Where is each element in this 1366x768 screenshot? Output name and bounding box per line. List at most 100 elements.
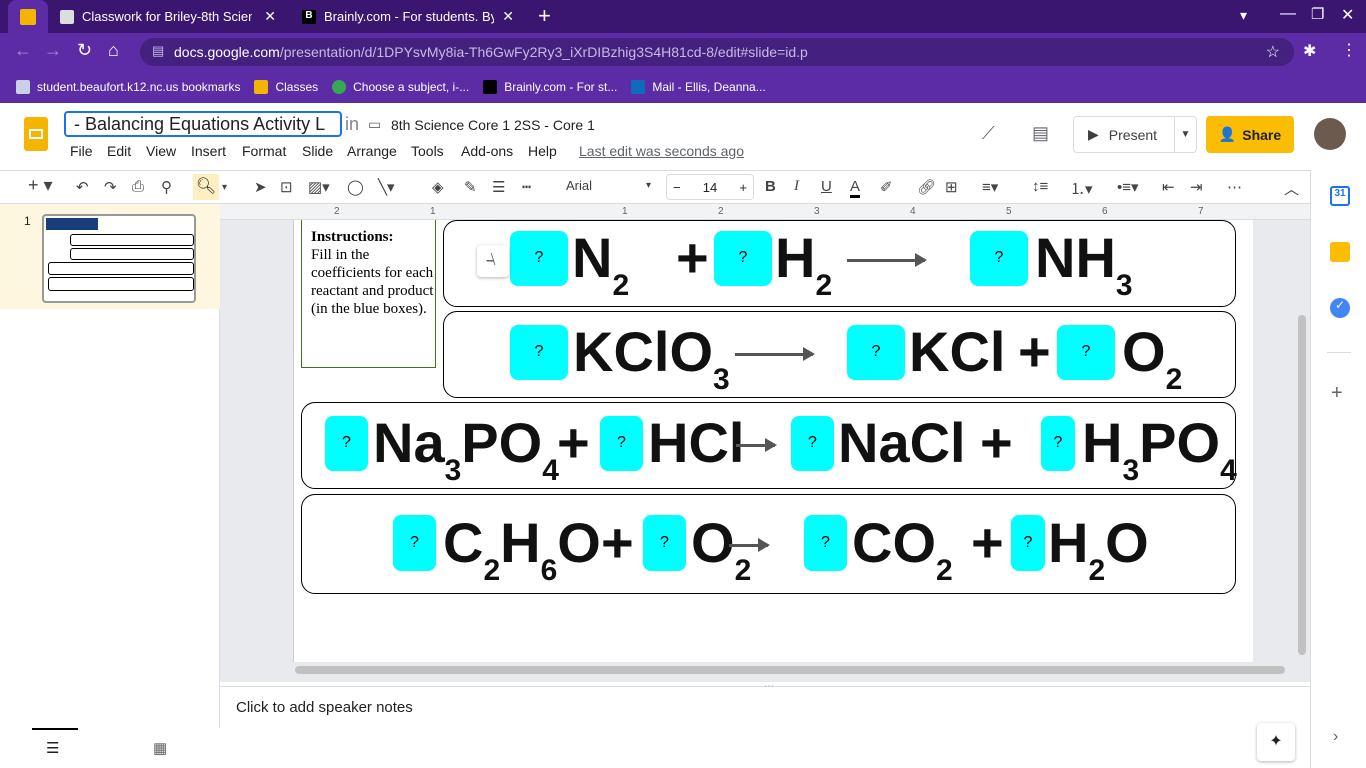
coefficient-placeholder[interactable]: ? xyxy=(660,534,669,552)
minimize-button[interactable]: — xyxy=(1280,5,1296,23)
expand-side-panel-icon[interactable]: › xyxy=(1333,728,1338,746)
present-button[interactable]: ▶ Present ▼ xyxy=(1073,116,1197,153)
horizontal-scrollbar[interactable] xyxy=(295,666,1285,674)
border-dash-icon[interactable]: ┅ xyxy=(522,178,531,196)
chemical-formula[interactable]: HCl xyxy=(648,415,744,471)
coefficient-placeholder[interactable]: ? xyxy=(535,249,544,267)
speaker-notes[interactable]: ⋯ Click to add speaker notes ✦ xyxy=(220,681,1310,768)
tasks-icon[interactable]: ✓ xyxy=(1330,298,1350,318)
shape-icon[interactable]: ◯ xyxy=(347,178,364,196)
speaker-notes-placeholder[interactable]: Click to add speaker notes xyxy=(236,699,413,716)
horizontal-ruler[interactable]: 2 1 1 2 3 4 5 6 7 xyxy=(220,204,1310,220)
filmstrip-view-icon[interactable]: ☰ xyxy=(46,739,59,757)
menu-help[interactable]: Help xyxy=(528,143,557,159)
border-weight-icon[interactable]: ☰ xyxy=(492,178,505,196)
menu-edit[interactable]: Edit xyxy=(107,143,131,159)
chemical-formula[interactable]: KClO3 xyxy=(573,324,730,395)
chemical-formula[interactable]: NH3 xyxy=(1035,230,1133,301)
reload-button[interactable]: ↻ xyxy=(77,40,92,61)
text-box-icon[interactable]: ⊡ xyxy=(280,178,293,196)
home-button[interactable]: ⌂ xyxy=(108,40,119,61)
coefficient-box[interactable]: ? xyxy=(1057,324,1115,380)
align-icon[interactable]: ≡▾ xyxy=(982,178,998,196)
account-avatar[interactable] xyxy=(1314,118,1346,150)
bookmark-brainly[interactable]: Brainly.com - For st... xyxy=(483,79,617,94)
coefficient-box[interactable]: ? xyxy=(325,415,368,471)
italic-button[interactable]: I xyxy=(794,178,799,195)
coefficient-placeholder[interactable]: ? xyxy=(1054,434,1063,452)
coefficient-placeholder[interactable]: ? xyxy=(410,534,419,552)
paint-format-button[interactable]: ⚲ xyxy=(161,178,172,196)
font-dropdown-icon[interactable]: ▾ xyxy=(646,180,651,191)
coefficient-placeholder[interactable]: ? xyxy=(739,249,748,267)
highlight-color-icon[interactable]: ✐ xyxy=(880,178,893,196)
instructions-box[interactable]: Instructions: Fill in the coefficients f… xyxy=(301,220,436,368)
coefficient-placeholder[interactable]: ? xyxy=(617,434,626,452)
keep-icon[interactable] xyxy=(1330,242,1350,262)
zoom-button[interactable]: 🔍︎ xyxy=(193,174,219,200)
coefficient-box[interactable]: ? xyxy=(1041,415,1075,471)
bookmark-classes[interactable]: Classes xyxy=(254,79,318,94)
extensions-icon[interactable]: ✱ xyxy=(1303,41,1316,61)
slides-logo-icon[interactable] xyxy=(24,117,48,151)
chemical-formula[interactable]: H2 xyxy=(775,230,832,301)
bookmark-star-icon[interactable]: ☆ xyxy=(1266,42,1280,62)
add-comment-icon[interactable]: ⊞ xyxy=(945,178,958,196)
bookmark-choose-subject[interactable]: Choose a subject, i-... xyxy=(332,79,469,94)
slide-thumbnail[interactable] xyxy=(42,214,196,303)
bold-button[interactable]: B xyxy=(765,178,776,195)
fill-color-icon[interactable]: ◈ xyxy=(432,178,444,196)
decrease-font-size-button[interactable]: − xyxy=(673,180,681,195)
undo-button[interactable]: ↶ xyxy=(76,178,89,196)
font-family-select[interactable]: Arial xyxy=(566,178,592,193)
coefficient-box[interactable]: ? xyxy=(714,230,772,286)
chemical-formula[interactable]: KCl xyxy=(909,324,1005,380)
tab-classwork[interactable]: Classwork for Briley-8th Science ✕ xyxy=(48,0,288,33)
coefficient-box[interactable]: ? xyxy=(970,230,1028,286)
menu-format[interactable]: Format xyxy=(242,143,286,159)
text-color-button[interactable]: A xyxy=(850,178,861,198)
insert-link-icon[interactable]: 🔗︎ xyxy=(917,178,936,196)
browser-menu-icon[interactable]: ⋮ xyxy=(1341,40,1357,60)
get-add-ons-icon[interactable]: + xyxy=(1331,382,1343,405)
tab-search-icon[interactable]: ▾ xyxy=(1240,7,1247,24)
menu-file[interactable]: File xyxy=(70,143,93,159)
link-unlink-chip-icon[interactable]: ⧵̶ xyxy=(477,245,509,277)
chemical-formula[interactable]: C2H6O xyxy=(443,515,601,586)
bookmark-mail[interactable]: Mail - Ellis, Deanna... xyxy=(631,79,766,94)
more-options-icon[interactable]: ⋯ xyxy=(1227,178,1242,196)
decrease-indent-icon[interactable]: ⇤ xyxy=(1162,178,1175,196)
menu-insert[interactable]: Insert xyxy=(191,143,226,159)
tab-slides-active[interactable] xyxy=(8,0,48,33)
collapse-toolbar-icon[interactable]: ︿ xyxy=(1284,178,1299,199)
coefficient-placeholder[interactable]: ? xyxy=(1024,534,1033,552)
increase-font-size-button[interactable]: + xyxy=(739,180,747,195)
coefficient-box[interactable]: ? xyxy=(393,515,436,571)
increase-indent-icon[interactable]: ⇥ xyxy=(1190,178,1203,196)
notes-resize-handle[interactable]: ⋯ xyxy=(764,681,774,692)
present-dropdown-icon[interactable]: ▼ xyxy=(1174,117,1196,152)
chemical-formula[interactable]: Na3PO4 xyxy=(373,415,559,486)
tab-brainly[interactable]: B Brainly.com - For students. By st ✕ xyxy=(290,0,526,33)
folder-link[interactable]: 8th Science Core 1 2SS - Core 1 xyxy=(391,117,595,133)
print-button[interactable]: ⎙ xyxy=(132,178,144,195)
coefficient-box[interactable]: ? xyxy=(804,515,847,571)
coefficient-box[interactable]: ? xyxy=(510,324,568,380)
forward-button[interactable]: → xyxy=(44,40,62,61)
menu-arrange[interactable]: Arrange xyxy=(347,143,397,159)
chemical-formula[interactable]: O2 xyxy=(1122,324,1182,395)
address-bar[interactable]: ▤ docs.google.com/presentation/d/1DPYsvM… xyxy=(140,38,1294,66)
coefficient-placeholder[interactable]: ? xyxy=(1082,343,1091,361)
line-icon[interactable]: ╲▾ xyxy=(378,178,395,196)
menu-tools[interactable]: Tools xyxy=(411,143,444,159)
comments-icon[interactable]: ▤ xyxy=(1032,123,1049,144)
chemical-formula[interactable]: N2 xyxy=(572,230,629,301)
last-edit-link[interactable]: Last edit was seconds ago xyxy=(579,143,744,159)
chemical-formula[interactable]: H2O xyxy=(1048,515,1149,586)
calendar-icon[interactable]: 31 xyxy=(1330,186,1350,206)
back-button[interactable]: ← xyxy=(14,40,32,61)
coefficient-placeholder[interactable]: ? xyxy=(808,434,817,452)
font-size-stepper[interactable]: − 14 + xyxy=(666,174,754,200)
activity-dashboard-icon[interactable]: ⟋ xyxy=(982,123,995,144)
coefficient-box[interactable]: ? xyxy=(1011,515,1045,571)
